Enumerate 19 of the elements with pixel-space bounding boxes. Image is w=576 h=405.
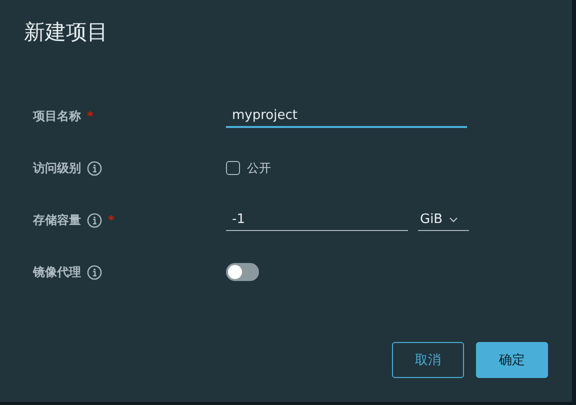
cancel-button[interactable]: 取消 <box>392 342 464 378</box>
info-icon[interactable] <box>87 212 102 228</box>
checkbox-label: 公开 <box>247 160 271 176</box>
confirm-button[interactable]: 确定 <box>476 342 548 378</box>
field-label: 项目名称 <box>33 108 81 124</box>
checkbox[interactable] <box>226 161 240 175</box>
required-mark: * <box>87 109 94 123</box>
toggle-switch[interactable] <box>226 263 259 281</box>
storage-field[interactable]: -1 <box>226 209 408 231</box>
project-name-field[interactable]: myproject <box>226 104 467 128</box>
dialog-title: 新建项目 <box>24 19 109 46</box>
info-icon[interactable] <box>87 264 102 280</box>
field-label: 镜像代理 <box>33 264 81 280</box>
info-icon[interactable] <box>87 160 102 176</box>
field-label: 访问级别 <box>33 160 81 176</box>
chevron-down-icon <box>448 216 458 222</box>
field-label: 存储容量 <box>33 212 81 228</box>
required-mark: * <box>108 213 114 227</box>
unit-select[interactable]: GiB <box>418 209 469 231</box>
